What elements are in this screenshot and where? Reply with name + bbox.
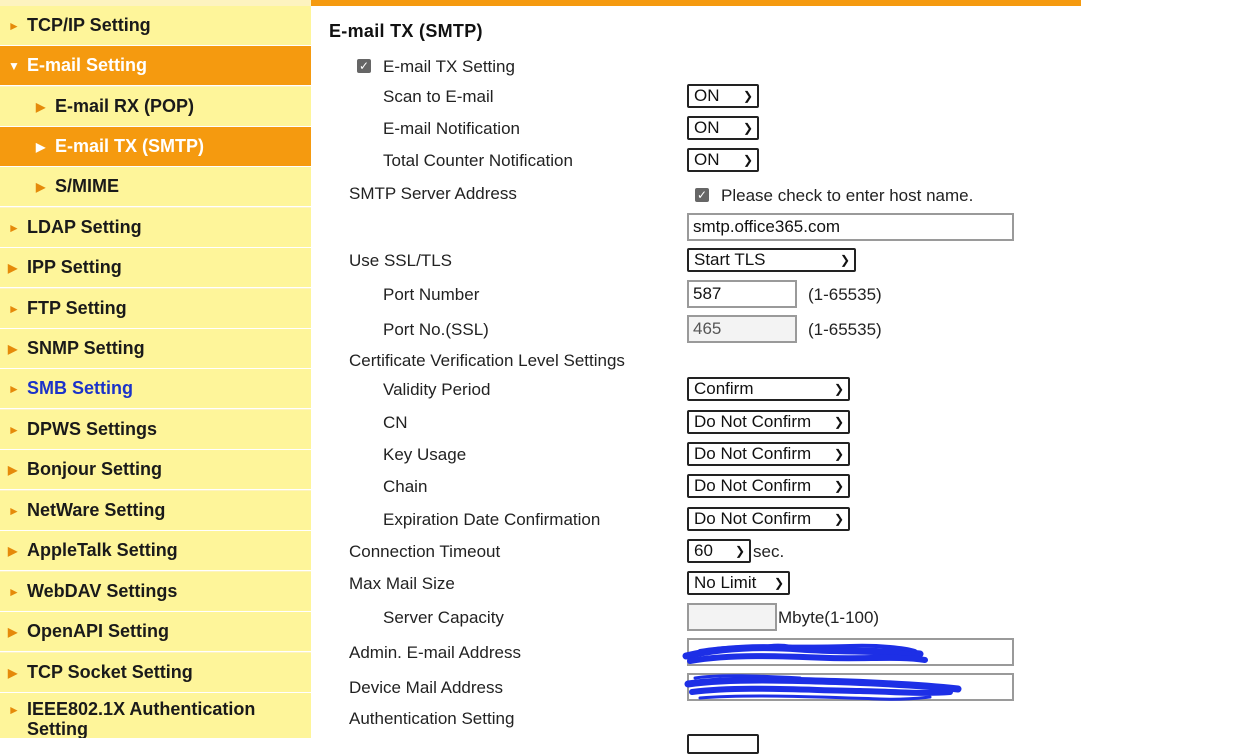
redaction-scribble bbox=[682, 643, 962, 701]
